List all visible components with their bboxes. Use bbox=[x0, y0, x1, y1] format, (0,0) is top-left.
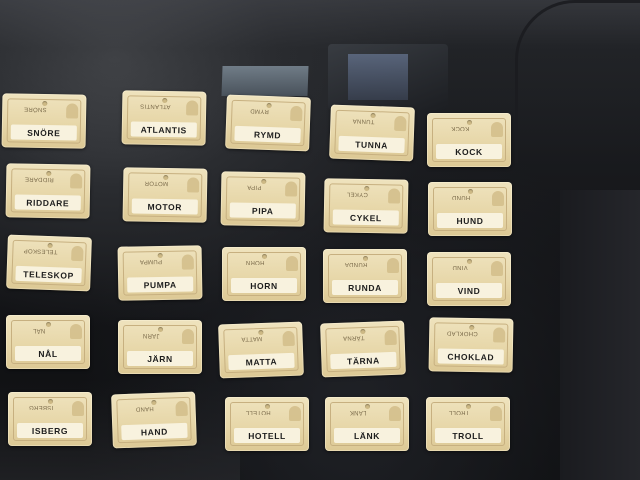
word-card: RYMD RYMD bbox=[225, 94, 311, 152]
card-word: RUNDA bbox=[348, 282, 382, 293]
card-mirrored-word: NÅL bbox=[32, 327, 46, 333]
word-card: SNÖRE SNÖRE bbox=[1, 93, 87, 149]
word-card: MOTOR MOTOR bbox=[122, 167, 208, 223]
word-card: CYKEL CYKEL bbox=[323, 178, 409, 234]
card-mirrored-word: PUMPA bbox=[139, 257, 163, 265]
card-word: MATTA bbox=[245, 355, 278, 368]
word-card: ISBERG ISBERG bbox=[8, 392, 92, 446]
card-mirrored-word: LÄNK bbox=[349, 409, 367, 415]
word-card: NÅL NÅL bbox=[6, 315, 90, 369]
card-mirrored-word: RUNDA bbox=[344, 261, 368, 267]
card-word: CYKEL bbox=[349, 212, 382, 223]
card-mirrored-word: CYKEL bbox=[346, 190, 368, 198]
card-mirrored-word: VIND bbox=[452, 264, 468, 270]
right-panel bbox=[560, 190, 640, 480]
card-mirrored-word: KOCK bbox=[450, 125, 470, 131]
card-mirrored-word: CHOKLAD bbox=[446, 329, 478, 337]
monitor-glow bbox=[221, 66, 309, 96]
card-word: NÅL bbox=[38, 348, 58, 359]
word-card: RIDDARE RIDDARE bbox=[5, 163, 91, 219]
card-word: HORN bbox=[250, 280, 278, 291]
card-word: JÄRN bbox=[147, 353, 173, 364]
card-mirrored-word: JÄRN bbox=[142, 332, 160, 338]
card-word: MOTOR bbox=[147, 201, 183, 212]
word-card: ATLANTIS ATLANTIS bbox=[121, 90, 207, 146]
card-mirrored-word: TROLL bbox=[448, 409, 470, 415]
card-mirrored-word: MOTOR bbox=[144, 179, 169, 187]
word-card: VIND VIND bbox=[427, 252, 511, 306]
word-card: TROLL TROLL bbox=[426, 397, 510, 451]
card-mirrored-word: HOTELL bbox=[245, 409, 271, 415]
card-mirrored-word: ATLANTIS bbox=[139, 102, 171, 110]
device-screen bbox=[348, 54, 408, 100]
word-card: HUND HUND bbox=[428, 182, 512, 236]
word-card: CHOKLAD CHOKLAD bbox=[428, 317, 514, 373]
word-card: RUNDA RUNDA bbox=[323, 249, 407, 303]
word-card: HOTELL HOTELL bbox=[225, 397, 309, 451]
card-word: ISBERG bbox=[31, 425, 69, 436]
card-word: PUMPA bbox=[143, 279, 177, 290]
card-mirrored-word: RIDDARE bbox=[24, 175, 54, 183]
word-card: TUNNA TUNNA bbox=[329, 104, 415, 162]
word-card: HORN HORN bbox=[222, 247, 306, 301]
cable bbox=[515, 0, 640, 163]
card-word: SNÖRE bbox=[27, 127, 61, 138]
word-card: HAND HAND bbox=[111, 391, 197, 449]
card-word: HUND bbox=[456, 215, 484, 226]
word-card: KOCK KOCK bbox=[427, 113, 511, 167]
card-word: CHOKLAD bbox=[447, 351, 495, 362]
word-card: TELESKOP TELESKOP bbox=[6, 234, 92, 292]
card-word: TÄRNA bbox=[346, 354, 380, 367]
card-mirrored-word: SNÖRE bbox=[23, 105, 47, 113]
card-mirrored-word: ISBERG bbox=[28, 404, 54, 410]
card-mirrored-word: PIPA bbox=[246, 183, 262, 190]
card-mirrored-word: HUND bbox=[451, 194, 471, 200]
word-card: PUMPA PUMPA bbox=[117, 245, 203, 301]
word-card: PIPA PIPA bbox=[220, 171, 306, 227]
card-word: HOTELL bbox=[248, 430, 286, 441]
card-word: ATLANTIS bbox=[140, 124, 187, 135]
card-word: KOCK bbox=[455, 146, 483, 157]
word-card: MATTA MATTA bbox=[218, 321, 304, 379]
card-word: TUNNA bbox=[355, 138, 389, 151]
card-word: VIND bbox=[457, 285, 481, 296]
card-word: LÄNK bbox=[353, 430, 380, 441]
card-word: HAND bbox=[140, 426, 169, 437]
card-word: RIDDARE bbox=[26, 197, 70, 208]
card-word: TROLL bbox=[452, 430, 484, 441]
word-card: LÄNK LÄNK bbox=[325, 397, 409, 451]
card-mirrored-word: HORN bbox=[245, 259, 265, 265]
word-card: TÄRNA TÄRNA bbox=[320, 320, 406, 378]
card-word: PIPA bbox=[251, 205, 274, 216]
card-word: RYMD bbox=[253, 129, 282, 140]
photo-scene: SNÖRE SNÖRE ATLANTIS ATLANTIS RYMD RYMD … bbox=[0, 0, 640, 480]
card-word: TELESKOP bbox=[23, 268, 75, 281]
word-card: JÄRN JÄRN bbox=[118, 320, 202, 374]
